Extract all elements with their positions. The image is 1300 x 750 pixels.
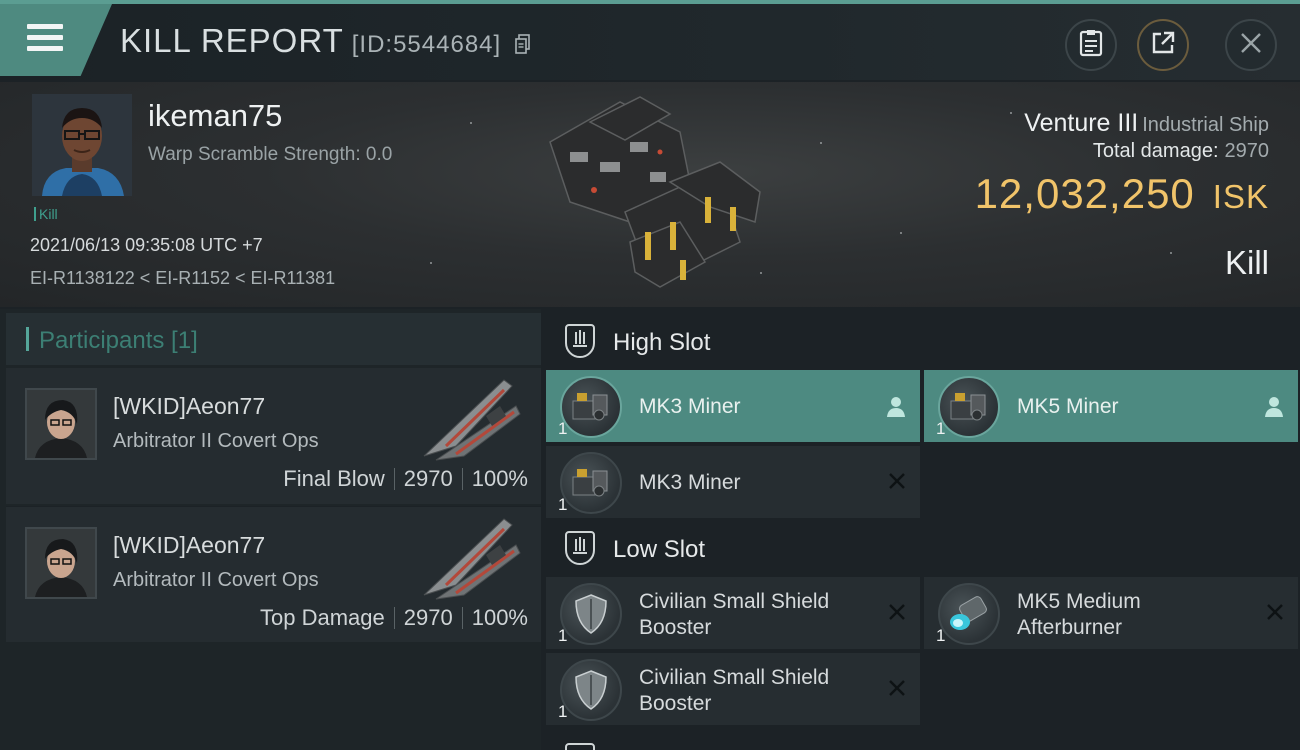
share-icon: [1150, 30, 1176, 61]
page-title-text: KILL REPORT: [120, 22, 344, 59]
participant-name[interactable]: [WKID]Aeon77: [113, 393, 265, 420]
miner-icon: [560, 452, 622, 514]
participant-avatar[interactable]: [25, 527, 97, 599]
high-slot-title: High Slot: [613, 329, 711, 356]
afterburner-icon: [938, 583, 1000, 645]
participant-ship-image[interactable]: [416, 376, 526, 466]
module-name: MK5 Miner: [1017, 395, 1119, 418]
participant-ship: Arbitrator II Covert Ops: [113, 569, 319, 591]
low-slot-icon: [565, 531, 595, 565]
module-name: MK3 Miner: [639, 471, 741, 494]
share-button[interactable]: [1137, 19, 1189, 71]
victim-ship-image: [549, 96, 761, 288]
close-button[interactable]: [1225, 19, 1277, 71]
participant-ship-image[interactable]: [416, 515, 526, 605]
victim-name[interactable]: ikeman75: [148, 98, 282, 134]
module-name-line2: Afterburner: [1017, 616, 1123, 639]
module-name-line1: Civilian Small Shield: [639, 590, 830, 613]
isk-value: 12,032,250 ISK: [975, 170, 1269, 218]
clipboard-button[interactable]: [1065, 19, 1117, 71]
high-slot-module[interactable]: 1 MK3 Miner: [546, 370, 920, 442]
isk-unit: ISK: [1212, 178, 1269, 215]
victim-avatar[interactable]: [32, 94, 132, 196]
dropped-pilot-icon: [886, 396, 906, 421]
destroyed-x-icon: [1266, 603, 1284, 624]
module-name-line2: Booster: [639, 616, 712, 639]
total-damage-value: 2970: [1224, 140, 1270, 162]
participant-row[interactable]: [WKID]Aeon77 Arbitrator II Covert Ops To…: [6, 506, 541, 642]
kill-datetime: 2021/06/13 09:35:08 UTC +7: [30, 235, 263, 255]
miner-icon: [560, 376, 622, 438]
shield-booster-icon: [560, 659, 622, 721]
participant-ship: Arbitrator II Covert Ops: [113, 430, 319, 452]
module-name-line1: Civilian Small Shield: [639, 666, 830, 689]
module-name: Civilian Small Shield Booster: [639, 589, 829, 641]
kill-tag: Kill: [34, 206, 58, 222]
low-slot-module[interactable]: 1 MK5 Medium Afterburner: [924, 577, 1298, 649]
isk-amount: 12,032,250: [974, 170, 1195, 217]
participant-role: Top Damage: [260, 605, 385, 630]
shield-booster-icon: [560, 583, 622, 645]
dropped-pilot-icon: [1264, 396, 1284, 421]
victim-ship-class: Industrial Ship: [1142, 114, 1269, 136]
high-slot-header: High Slot: [546, 314, 1300, 370]
module-quantity: 1: [936, 626, 946, 645]
participant-name[interactable]: [WKID]Aeon77: [113, 532, 265, 559]
victim-banner: ikeman75 Warp Scramble Strength: 0.0 Kil…: [0, 82, 1300, 307]
participant-percent: 100%: [471, 466, 528, 491]
warp-scramble-strength: Warp Scramble Strength: 0.0: [148, 144, 393, 165]
high-slot-module[interactable]: 1 MK3 Miner: [546, 446, 920, 518]
low-slot-title: Low Slot: [613, 536, 706, 563]
clipboard-icon: [1079, 29, 1103, 62]
participant-avatar[interactable]: [25, 388, 97, 460]
destroyed-x-icon: [888, 472, 906, 493]
high-slot-module[interactable]: 1 MK5 Miner: [924, 370, 1298, 442]
page-title: KILL REPORT [ID:5544684]: [120, 22, 531, 62]
module-quantity: 1: [558, 626, 568, 645]
participant-percent: 100%: [471, 605, 528, 630]
low-slot-header: Low Slot: [546, 521, 1300, 577]
module-quantity: 1: [936, 419, 946, 438]
participant-damage: 2970: [403, 466, 453, 491]
participant-row[interactable]: [WKID]Aeon77 Arbitrator II Covert Ops Fi…: [6, 368, 541, 504]
victim-ship[interactable]: Venture III Industrial Ship: [1024, 109, 1269, 138]
kill-tag-label: Kill: [39, 206, 58, 222]
module-name: Civilian Small Shield Booster: [639, 665, 829, 717]
module-quantity: 1: [558, 702, 568, 721]
total-damage-label: Total damage:: [1092, 140, 1219, 162]
participants-header: Participants [1]: [6, 313, 541, 365]
destroyed-x-icon: [888, 679, 906, 700]
participant-stats: Top Damage 2970 100%: [260, 605, 528, 631]
module-quantity: 1: [558, 495, 568, 514]
kill-result: Kill: [1224, 244, 1269, 281]
close-icon: [1239, 31, 1263, 60]
module-quantity: 1: [558, 419, 568, 438]
participant-role: Final Blow: [283, 466, 385, 491]
participants-panel: Participants [1] [WKID]Aeon77 Arbitrator…: [0, 309, 541, 750]
destroyed-x-icon: [888, 603, 906, 624]
victim-ship-name: Venture III: [1024, 109, 1139, 137]
report-id: [ID:5544684]: [351, 31, 502, 58]
low-slot-module[interactable]: 1 Civilian Small Shield Booster: [546, 577, 920, 649]
participants-title: Participants [1]: [26, 327, 198, 355]
participant-damage: 2970: [403, 605, 453, 630]
participants-title-text: Participants [1]: [39, 327, 198, 354]
kill-location-route: EI-R1138122 < EI-R1152 < EI-R11381: [30, 268, 336, 288]
copy-id-icon[interactable]: [515, 24, 531, 62]
next-slot-header: [546, 733, 1300, 750]
hamburger-menu-icon: [27, 24, 63, 54]
participant-stats: Final Blow 2970 100%: [283, 466, 528, 492]
module-name-line2: Booster: [639, 692, 712, 715]
module-name-line1: MK5 Medium: [1017, 590, 1141, 613]
total-damage: Total damage: 2970: [1093, 140, 1269, 163]
module-name: MK5 Medium Afterburner: [1017, 589, 1141, 641]
module-name: MK3 Miner: [639, 395, 741, 418]
miner-icon: [938, 376, 1000, 438]
high-slot-icon: [565, 324, 595, 358]
mid-slot-icon: [565, 743, 595, 750]
low-slot-module[interactable]: 1 Civilian Small Shield Booster: [546, 653, 920, 725]
